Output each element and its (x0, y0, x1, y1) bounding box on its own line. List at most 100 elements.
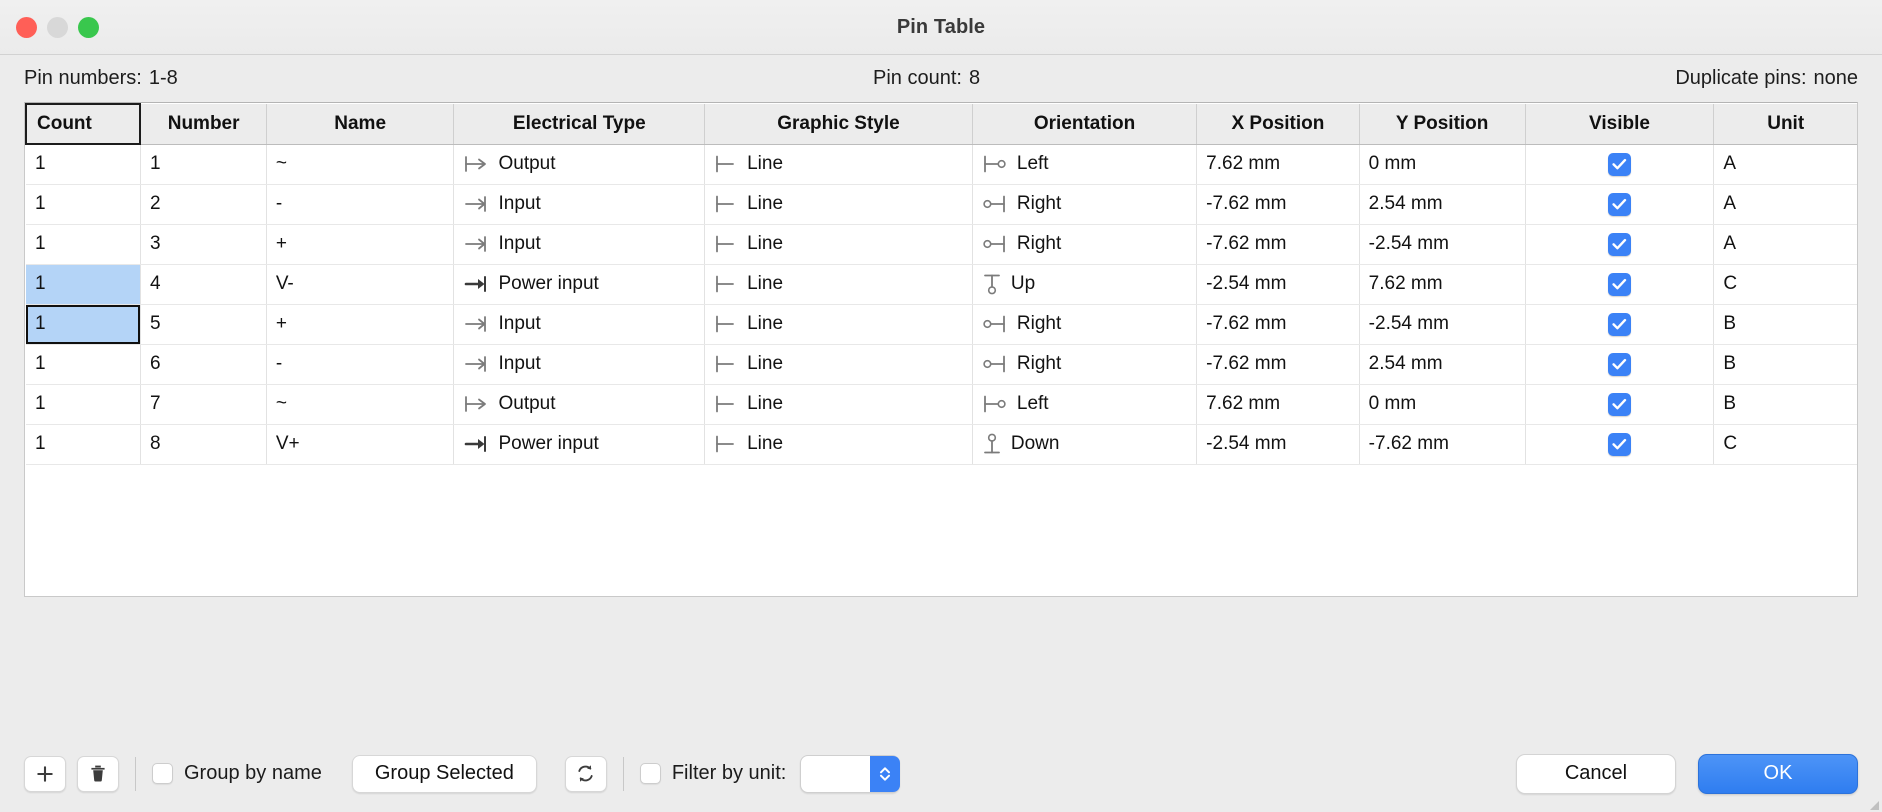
cell-name[interactable]: V+ (266, 424, 454, 464)
column-header-visible[interactable]: Visible (1525, 104, 1714, 144)
cell-ypos[interactable]: -2.54 mm (1359, 304, 1525, 344)
cell-unit[interactable]: B (1714, 344, 1857, 384)
pin-table-container[interactable]: CountNumberNameElectrical TypeGraphic St… (24, 102, 1858, 597)
visible-checkbox[interactable] (1608, 433, 1631, 456)
cell-xpos[interactable]: 7.62 mm (1197, 384, 1360, 424)
cell-gstyle[interactable]: Line (705, 384, 973, 424)
cell-unit[interactable]: C (1714, 424, 1857, 464)
table-row[interactable]: 12-InputLineRight-7.62 mm2.54 mmA (26, 184, 1857, 224)
cell-number[interactable]: 8 (140, 424, 266, 464)
cell-etype[interactable]: Power input (454, 264, 705, 304)
cell-ypos[interactable]: -7.62 mm (1359, 424, 1525, 464)
cell-ypos[interactable]: 2.54 mm (1359, 344, 1525, 384)
table-row[interactable]: 15+InputLineRight-7.62 mm-2.54 mmB (26, 304, 1857, 344)
cell-ypos[interactable]: 0 mm (1359, 144, 1525, 184)
table-row[interactable]: 11~OutputLineLeft7.62 mm0 mmA (26, 144, 1857, 184)
table-row[interactable]: 17~OutputLineLeft7.62 mm0 mmB (26, 384, 1857, 424)
cell-unit[interactable]: C (1714, 264, 1857, 304)
cell-ypos[interactable]: 7.62 mm (1359, 264, 1525, 304)
cell-etype[interactable]: Input (454, 304, 705, 344)
cell-orient[interactable]: Down (972, 424, 1196, 464)
refresh-button[interactable] (565, 756, 607, 792)
cell-number[interactable]: 1 (140, 144, 266, 184)
cell-number[interactable]: 7 (140, 384, 266, 424)
window-resize-grip-icon[interactable] (1864, 795, 1880, 811)
column-header-etype[interactable]: Electrical Type (454, 104, 705, 144)
cancel-button[interactable]: Cancel (1516, 754, 1676, 794)
visible-checkbox[interactable] (1608, 393, 1631, 416)
column-header-number[interactable]: Number (140, 104, 266, 144)
cell-count[interactable]: 1 (26, 184, 140, 224)
cell-unit[interactable]: B (1714, 384, 1857, 424)
visible-checkbox[interactable] (1608, 233, 1631, 256)
cell-name[interactable]: - (266, 344, 454, 384)
cell-xpos[interactable]: -2.54 mm (1197, 264, 1360, 304)
column-header-ypos[interactable]: Y Position (1359, 104, 1525, 144)
cell-xpos[interactable]: -7.62 mm (1197, 184, 1360, 224)
cell-orient[interactable]: Right (972, 344, 1196, 384)
cell-visible[interactable] (1525, 144, 1714, 184)
cell-xpos[interactable]: -7.62 mm (1197, 344, 1360, 384)
table-row[interactable]: 18V+Power inputLineDown-2.54 mm-7.62 mmC (26, 424, 1857, 464)
cell-count[interactable]: 1 (26, 224, 140, 264)
cell-etype[interactable]: Output (454, 144, 705, 184)
chevron-up-down-icon[interactable] (870, 756, 900, 792)
cell-count[interactable]: 1 (26, 344, 140, 384)
cell-gstyle[interactable]: Line (705, 184, 973, 224)
cell-count[interactable]: 1 (26, 304, 140, 344)
cell-gstyle[interactable]: Line (705, 144, 973, 184)
cell-unit[interactable]: A (1714, 224, 1857, 264)
minimize-button-icon[interactable] (47, 17, 68, 38)
cell-etype[interactable]: Power input (454, 424, 705, 464)
cell-ypos[interactable]: 0 mm (1359, 384, 1525, 424)
cell-visible[interactable] (1525, 384, 1714, 424)
cell-etype[interactable]: Input (454, 224, 705, 264)
cell-visible[interactable] (1525, 344, 1714, 384)
group-by-name-checkbox[interactable]: Group by name (152, 762, 322, 785)
group-by-name-checkbox-box[interactable] (152, 763, 173, 784)
cell-xpos[interactable]: -2.54 mm (1197, 424, 1360, 464)
cell-unit[interactable]: A (1714, 184, 1857, 224)
column-header-xpos[interactable]: X Position (1197, 104, 1360, 144)
cell-count[interactable]: 1 (26, 424, 140, 464)
ok-button[interactable]: OK (1698, 754, 1858, 794)
cell-ypos[interactable]: 2.54 mm (1359, 184, 1525, 224)
cell-orient[interactable]: Right (972, 224, 1196, 264)
maximize-button-icon[interactable] (78, 17, 99, 38)
add-pin-button[interactable] (24, 756, 66, 792)
filter-by-unit-checkbox-box[interactable] (640, 763, 661, 784)
cell-orient[interactable]: Right (972, 184, 1196, 224)
filter-unit-select[interactable] (800, 755, 900, 793)
column-header-name[interactable]: Name (266, 104, 454, 144)
delete-pin-button[interactable] (77, 756, 119, 792)
cell-visible[interactable] (1525, 224, 1714, 264)
cell-xpos[interactable]: -7.62 mm (1197, 304, 1360, 344)
column-header-orient[interactable]: Orientation (972, 104, 1196, 144)
visible-checkbox[interactable] (1608, 353, 1631, 376)
cell-gstyle[interactable]: Line (705, 304, 973, 344)
cell-xpos[interactable]: 7.62 mm (1197, 144, 1360, 184)
cell-number[interactable]: 6 (140, 344, 266, 384)
cell-etype[interactable]: Input (454, 184, 705, 224)
visible-checkbox[interactable] (1608, 313, 1631, 336)
cell-etype[interactable]: Input (454, 344, 705, 384)
table-row[interactable]: 16-InputLineRight-7.62 mm2.54 mm B (26, 344, 1857, 384)
table-row[interactable]: 13+InputLineRight-7.62 mm-2.54 mmA (26, 224, 1857, 264)
cell-gstyle[interactable]: Line (705, 344, 973, 384)
cell-name[interactable]: + (266, 224, 454, 264)
cell-name[interactable]: ~ (266, 144, 454, 184)
cell-number[interactable]: 4 (140, 264, 266, 304)
cell-count[interactable]: 1 (26, 264, 140, 304)
close-button-icon[interactable] (16, 17, 37, 38)
cell-name[interactable]: + (266, 304, 454, 344)
column-header-unit[interactable]: Unit (1714, 104, 1857, 144)
cell-gstyle[interactable]: Line (705, 224, 973, 264)
filter-by-unit-checkbox[interactable]: Filter by unit: (640, 762, 786, 785)
visible-checkbox[interactable] (1608, 193, 1631, 216)
cell-unit[interactable]: A (1714, 144, 1857, 184)
column-header-gstyle[interactable]: Graphic Style (705, 104, 973, 144)
cell-visible[interactable] (1525, 424, 1714, 464)
cell-name[interactable]: V- (266, 264, 454, 304)
table-row[interactable]: 14V-Power inputLineUp-2.54 mm7.62 mmC (26, 264, 1857, 304)
cell-visible[interactable] (1525, 184, 1714, 224)
